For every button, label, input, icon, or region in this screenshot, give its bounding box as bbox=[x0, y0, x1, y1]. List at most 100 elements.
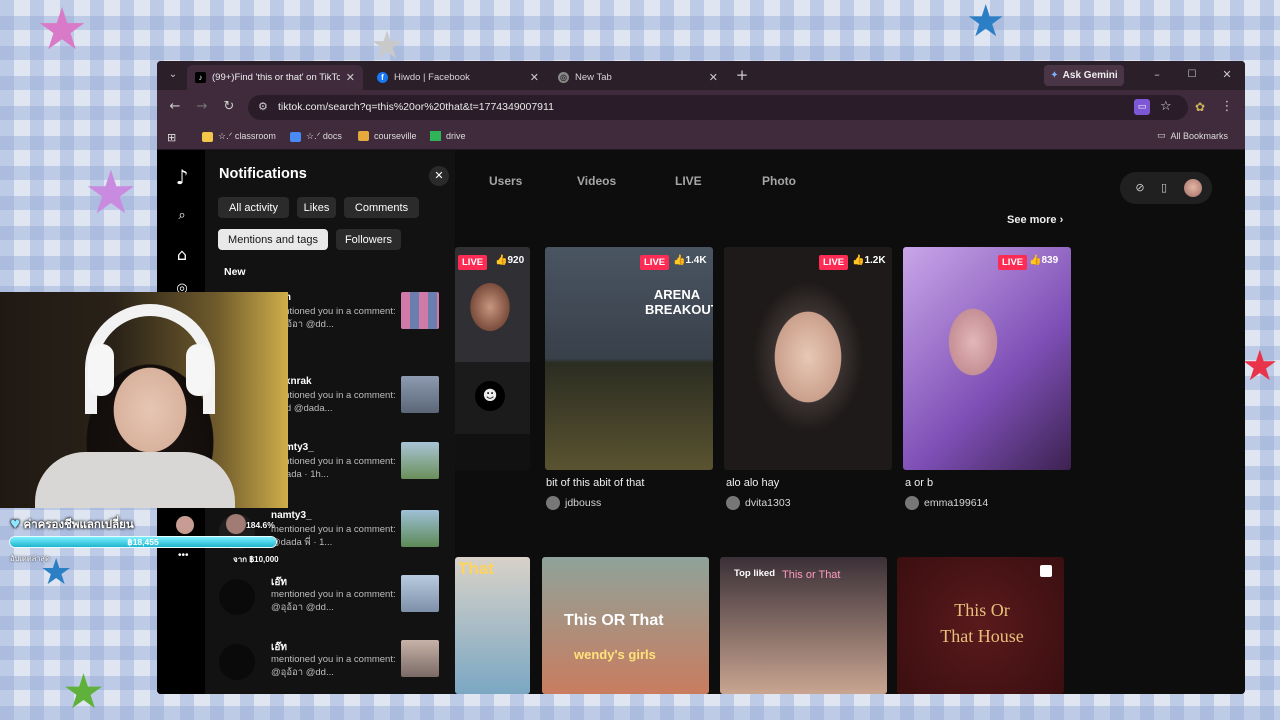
extension-icon[interactable]: ✿ bbox=[1192, 99, 1208, 115]
live-badge: LIVE bbox=[458, 255, 488, 270]
new-tab-button[interactable]: + bbox=[734, 67, 750, 83]
creator-username[interactable]: emma199614 bbox=[905, 496, 988, 510]
tab-strip: ⌄ ♪ (99+)Find 'this or that' on TikTok ✕… bbox=[157, 61, 1245, 90]
avatar bbox=[219, 644, 255, 680]
profile-avatar[interactable] bbox=[1184, 179, 1202, 197]
video-thumbnail bbox=[401, 575, 439, 612]
bookmark-label: drive bbox=[446, 131, 466, 141]
rainbow-star-decoration: ★ bbox=[84, 158, 138, 228]
bookmark-drive[interactable]: drive bbox=[430, 131, 466, 141]
ask-gemini-button[interactable]: ✦ Ask Gemini bbox=[1044, 65, 1124, 86]
bookmark-label: ☆.ᐟ classroom bbox=[218, 131, 276, 141]
close-window-icon[interactable]: ✕ bbox=[1219, 67, 1235, 83]
ask-gemini-label: Ask Gemini bbox=[1062, 70, 1118, 81]
close-tab-icon[interactable]: ✕ bbox=[346, 71, 355, 84]
all-bookmarks[interactable]: ▭ All Bookmarks bbox=[1157, 131, 1228, 141]
green-star-decoration: ★ bbox=[62, 664, 106, 720]
address-bar[interactable]: ⚙ tiktok.com/search?q=this%20or%20that&t… bbox=[248, 95, 1188, 120]
close-notifications-icon[interactable]: ✕ bbox=[429, 166, 449, 186]
minimize-icon[interactable]: – bbox=[1149, 67, 1165, 83]
gemini-icon: ✦ bbox=[1050, 70, 1059, 81]
menu-kebab-icon[interactable]: ⋮ bbox=[1219, 99, 1235, 115]
notification-text: mentioned you in a comment: @อุอ้อา @dd.… bbox=[271, 306, 396, 330]
tiktok-logo-icon[interactable]: ♪ bbox=[171, 166, 193, 188]
search-icon[interactable]: ⌕ bbox=[171, 205, 193, 227]
apps-grid-icon[interactable]: ⊞ bbox=[167, 131, 176, 144]
filter-comments[interactable]: Comments bbox=[344, 197, 419, 218]
filter-all-activity[interactable]: All activity bbox=[218, 197, 289, 218]
filter-mentions-and-tags[interactable]: Mentions and tags bbox=[218, 229, 328, 250]
tab-title: New Tab bbox=[575, 72, 612, 83]
video-title[interactable]: a or b bbox=[905, 477, 933, 489]
video-title[interactable]: alo alo hay bbox=[726, 477, 779, 489]
see-more-link[interactable]: See more › bbox=[1007, 214, 1063, 226]
photo-card[interactable]: Top liked This or That bbox=[720, 557, 887, 694]
goal-target: จาก ฿10,000 bbox=[233, 555, 279, 564]
goal-label-text: ค่าครองชีพแลกเปลี่ยน bbox=[23, 519, 134, 531]
notification-text: mentioned you in a comment: @อุอ้อา @dd.… bbox=[271, 589, 396, 613]
more-icon: ••• bbox=[178, 550, 189, 561]
live-thumbnail bbox=[545, 247, 713, 470]
like-count: 👍1.2K bbox=[852, 255, 886, 266]
chrome-icon: ◎ bbox=[558, 72, 569, 83]
reload-icon[interactable]: ↻ bbox=[221, 99, 237, 115]
video-thumbnail bbox=[401, 292, 439, 329]
cast-icon[interactable]: ▭ bbox=[1134, 99, 1150, 115]
site-info-icon[interactable]: ⚙ bbox=[258, 100, 268, 113]
notification-item[interactable]: เอ๊ท mentioned you in a comment: @อุอ้อา… bbox=[219, 640, 441, 690]
username-text: jdbouss bbox=[565, 497, 602, 509]
goal-progress-bar: ฿18,455 bbox=[9, 536, 277, 548]
close-tab-icon[interactable]: ✕ bbox=[709, 71, 718, 84]
compass-icon[interactable]: ⊘ bbox=[1132, 180, 1148, 196]
live-card[interactable]: LIVE 👍839 bbox=[903, 247, 1071, 470]
tab-users[interactable]: Users bbox=[489, 174, 522, 188]
bookmark-docs[interactable]: ☆.ᐟ docs bbox=[290, 131, 342, 142]
avatar bbox=[905, 496, 919, 510]
maximize-icon[interactable]: ☐ bbox=[1184, 67, 1200, 83]
home-icon[interactable]: ⌂ bbox=[171, 244, 193, 266]
folder-icon: ▭ bbox=[1157, 131, 1166, 141]
supporter-avatar bbox=[226, 514, 246, 534]
live-card[interactable]: ARENA BREAKOUT LIVE 👍1.4K bbox=[545, 247, 713, 470]
headphone-left-cup bbox=[88, 344, 114, 396]
facebook-icon: f bbox=[377, 72, 388, 83]
filter-likes[interactable]: Likes bbox=[297, 197, 336, 218]
live-thumbnail bbox=[903, 247, 1071, 470]
photo-card-text: That bbox=[458, 559, 494, 578]
game-overlay-text: ARENA BREAKOUT bbox=[645, 287, 713, 317]
username-text: emma199614 bbox=[924, 497, 989, 509]
photo-card[interactable]: This Or That House bbox=[897, 557, 1064, 694]
tab-facebook[interactable]: f Hiwdo | Facebook ✕ bbox=[369, 65, 547, 90]
blue-star-decoration: ★ bbox=[966, 0, 1006, 47]
live-card[interactable]: LIVE 👍1.2K bbox=[724, 247, 892, 470]
filter-followers[interactable]: Followers bbox=[336, 229, 401, 250]
tab-live[interactable]: LIVE bbox=[675, 174, 702, 188]
phone-icon[interactable]: ▯ bbox=[1156, 180, 1172, 196]
like-count: 👍920 bbox=[495, 255, 525, 266]
bookmark-courseville[interactable]: courseville bbox=[358, 131, 417, 141]
like-count: 👍1.4K bbox=[673, 255, 707, 266]
tab-new-tab[interactable]: ◎ New Tab ✕ bbox=[550, 65, 726, 90]
bookmark-star-icon[interactable]: ☆ bbox=[1160, 99, 1172, 114]
goal-amount: ฿18,455 bbox=[127, 537, 159, 547]
creator-username[interactable]: jdbouss bbox=[546, 496, 601, 510]
forward-arrow-icon[interactable]: → bbox=[194, 99, 210, 115]
bulldog-logo-icon: ☻ bbox=[475, 381, 505, 411]
tab-search-icon[interactable]: ⌄ bbox=[165, 67, 181, 83]
tab-photo[interactable]: Photo bbox=[762, 174, 796, 188]
headphone-right-cup bbox=[186, 344, 212, 396]
stream-goal-widget: ♥ ค่าครองชีพแลกเปลี่ยน 184.6% ฿18,455 อั… bbox=[0, 512, 288, 570]
photo-card[interactable]: That bbox=[455, 557, 530, 694]
notification-item[interactable]: เอ๊ท mentioned you in a comment: @อุอ้อา… bbox=[219, 575, 441, 625]
webcam-overlay bbox=[0, 292, 288, 508]
video-title[interactable]: bit of this abit of that bbox=[546, 477, 644, 489]
tab-videos[interactable]: Videos bbox=[577, 174, 616, 188]
tab-tiktok[interactable]: ♪ (99+)Find 'this or that' on TikTok ✕ bbox=[187, 65, 363, 90]
bookmark-classroom[interactable]: ☆.ᐟ classroom bbox=[202, 131, 276, 142]
live-thumbnail bbox=[724, 247, 892, 470]
creator-username[interactable]: dvita1303 bbox=[726, 496, 791, 510]
close-tab-icon[interactable]: ✕ bbox=[530, 71, 539, 84]
live-card[interactable]: ☻ LIVE 👍920 bbox=[455, 247, 530, 470]
back-arrow-icon[interactable]: ← bbox=[167, 99, 183, 115]
photo-card[interactable]: This OR That wendy's girls bbox=[542, 557, 709, 694]
